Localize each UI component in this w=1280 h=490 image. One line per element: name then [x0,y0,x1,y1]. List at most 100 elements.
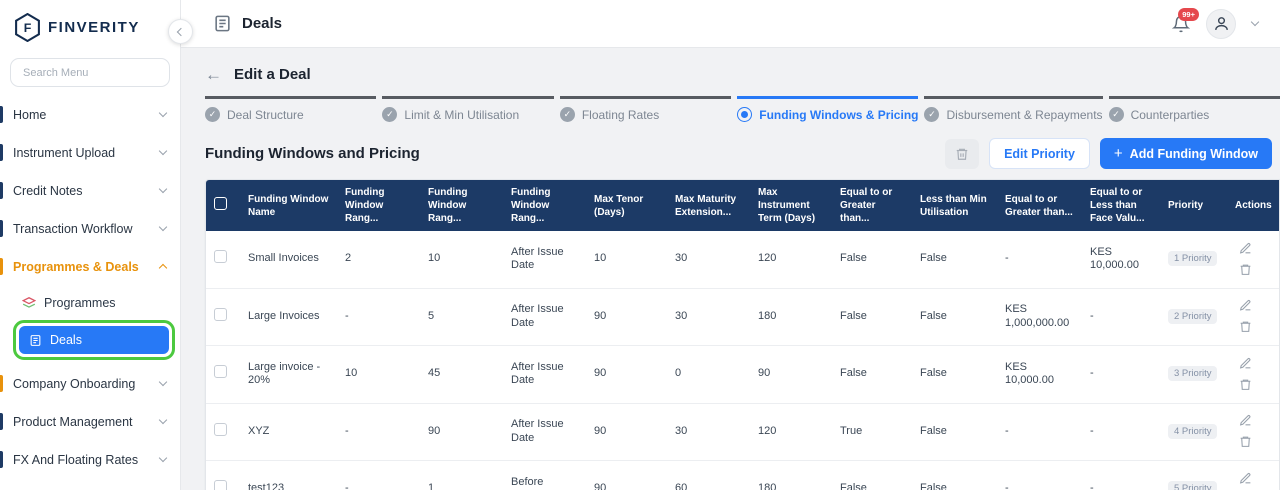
delete-row-button[interactable] [1235,317,1255,337]
sidebar-item-product-management[interactable]: Product Management [0,407,180,436]
cell-less-min: False [912,461,997,490]
step-counterparties[interactable]: ✓ Counterparties [1109,96,1280,122]
topbar: Deals 99+ [181,0,1280,48]
notifications-button[interactable]: 99+ [1172,14,1190,34]
step-limit-min-utilisation[interactable]: ✓ Limit & Min Utilisation [382,96,553,122]
delete-row-button[interactable] [1235,432,1255,452]
search-input[interactable] [10,58,170,87]
row-checkbox[interactable] [214,423,227,436]
edit-row-button[interactable] [1235,353,1255,373]
cell-range-to: 5 [420,288,503,346]
chevron-down-icon [159,416,167,424]
cell-max-term: 90 [750,346,832,404]
cell-range-type: After Issue Date [503,288,586,346]
col-max-instrument-term: Max Instrument Term (Days) [750,180,832,231]
main-area: Deals 99+ ← Edit a [181,0,1280,490]
back-button[interactable]: ← [205,66,222,83]
sidebar-item-instrument-upload[interactable]: Instrument Upload [0,138,180,167]
table-row: Large Invoices - 5 After Issue Date 90 3… [206,288,1280,346]
deal-stepper: ✓ Deal Structure ✓ Limit & Min Utilisati… [205,96,1280,122]
accent-bar [0,220,3,237]
user-avatar-button[interactable] [1206,9,1236,39]
cell-name: XYZ [240,403,337,461]
cell-max-term: 120 [750,231,832,288]
sidebar-item-credit-notes[interactable]: Credit Notes [0,176,180,205]
check-circle-icon: ✓ [382,107,397,122]
col-funding-window-range-type: Funding Window Rang... [503,180,586,231]
radio-active-icon [737,107,752,122]
cell-max-extension: 30 [667,288,750,346]
row-checkbox[interactable] [214,480,227,490]
select-all-checkbox[interactable] [214,197,227,210]
cell-range-from: - [337,403,420,461]
step-floating-rates[interactable]: ✓ Floating Rates [560,96,731,122]
cell-max-tenor: 90 [586,288,667,346]
edit-row-button[interactable] [1235,296,1255,316]
priority-badge: 2 Priority [1168,309,1217,324]
sidebar-item-programmes-and-deals[interactable]: Programmes & Deals [0,252,180,281]
chevron-down-icon [159,454,167,462]
accent-bar [0,451,3,468]
priority-badge: 4 Priority [1168,424,1217,439]
cell-less-face: - [1082,403,1160,461]
row-checkbox[interactable] [214,365,227,378]
delete-row-button[interactable] [1235,259,1255,279]
sidebar-item-label: Programmes & Deals [13,260,160,274]
table-row: Large invoice - 20% 10 45 After Issue Da… [206,346,1280,404]
cell-max-term: 120 [750,403,832,461]
cell-range-from: 2 [337,231,420,288]
add-funding-window-button[interactable]: + Add Funding Window [1100,138,1272,169]
delete-row-button[interactable] [1235,374,1255,394]
row-checkbox[interactable] [214,308,227,321]
content-area: ← Edit a Deal ✓ Deal Structure ✓ Limit &… [181,48,1280,490]
table-row: XYZ - 90 After Issue Date 90 30 120 True… [206,403,1280,461]
cell-less-face: - [1082,288,1160,346]
sidebar-item-home[interactable]: Home [0,100,180,129]
edit-row-button[interactable] [1235,411,1255,431]
edit-row-button[interactable] [1235,238,1255,258]
cell-name: test123 [240,461,337,490]
sidebar-item-company-onboarding[interactable]: Company Onboarding [0,369,180,398]
cell-max-term: 180 [750,288,832,346]
col-funding-window-range-to: Funding Window Rang... [420,180,503,231]
programmes-icon [22,296,36,310]
col-max-maturity-extension: Max Maturity Extension... [667,180,750,231]
sidebar: F FINVERITY Home Instrument Upload Credi… [0,0,181,490]
edit-row-button[interactable] [1235,468,1255,488]
step-funding-windows-pricing[interactable]: Funding Windows & Pricing [737,96,918,122]
check-circle-icon: ✓ [1109,107,1124,122]
chevron-down-icon [159,223,167,231]
app-window: F FINVERITY Home Instrument Upload Credi… [0,0,1280,490]
edit-priority-button[interactable]: Edit Priority [989,138,1090,169]
cell-range-to: 1 [420,461,503,490]
sidebar-item-label: Programmes [44,296,116,310]
table-header-row: Funding Window Name Funding Window Rang.… [206,180,1280,231]
section-title: Funding Windows and Pricing [205,145,420,162]
cell-greater-2: - [997,461,1082,490]
brand-logo: F FINVERITY [0,0,180,52]
header-checkbox-cell [206,180,240,231]
plus-icon: + [1114,146,1123,161]
account-chevron-down-icon[interactable] [1251,18,1259,26]
accent-bar [0,144,3,161]
svg-text:F: F [24,21,32,35]
row-checkbox[interactable] [214,250,227,263]
cell-greater-2: KES 10,000.00 [997,346,1082,404]
cell-greater: True [832,403,912,461]
sidebar-item-transaction-workflow[interactable]: Transaction Workflow [0,214,180,243]
chevron-up-icon [159,264,167,272]
cell-range-to: 90 [420,403,503,461]
delete-selected-button[interactable] [945,139,979,169]
sidebar-collapse-button[interactable] [168,19,193,44]
col-actions: Actions [1227,180,1280,231]
trash-icon [955,147,969,161]
sidebar-item-label: Transaction Workflow [13,222,160,236]
sidebar-item-programmes[interactable]: Programmes [12,290,174,316]
edit-deal-heading: Edit a Deal [234,66,311,83]
accent-bar [0,258,3,275]
sidebar-item-fx-and-floating-rates[interactable]: FX And Floating Rates [0,445,180,474]
step-deal-structure[interactable]: ✓ Deal Structure [205,96,376,122]
table-row: Small Invoices 2 10 After Issue Date 10 … [206,231,1280,288]
sidebar-item-deals[interactable]: Deals [19,326,169,354]
step-disbursement-repayments[interactable]: ✓ Disbursement & Repayments [924,96,1102,122]
